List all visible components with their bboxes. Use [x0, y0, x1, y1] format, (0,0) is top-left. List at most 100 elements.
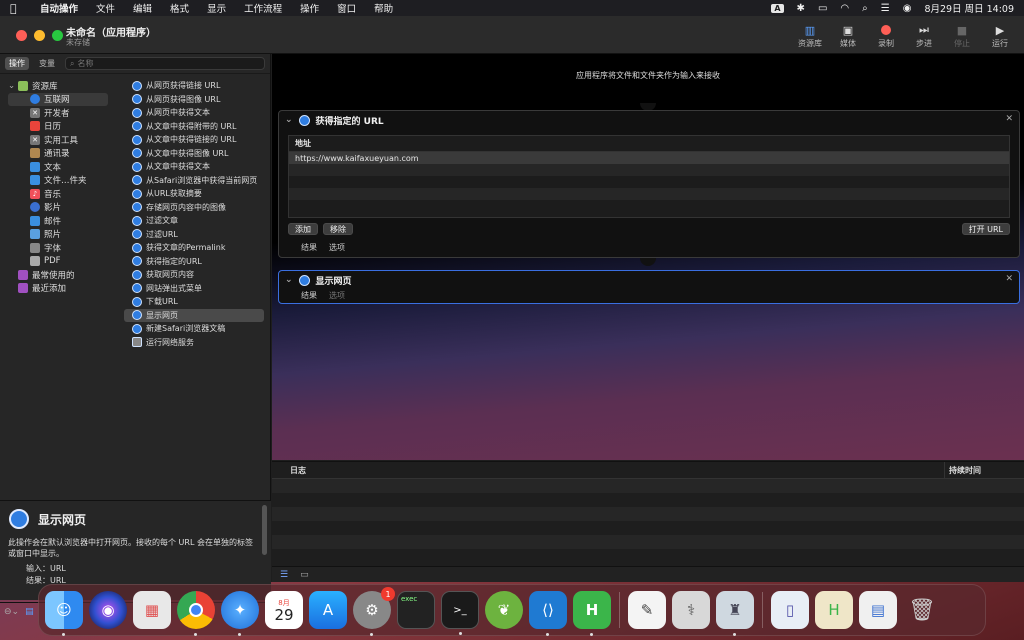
- library-item-pdf[interactable]: PDF: [0, 255, 122, 269]
- calendar-app-icon[interactable]: 8月 29: [265, 591, 303, 629]
- menu-clock[interactable]: 8月29日 周日 14:09: [924, 1, 1014, 15]
- library-item-internet[interactable]: 互联网: [8, 92, 108, 106]
- vscode-icon[interactable]: ⟨⟩: [529, 591, 567, 636]
- library-item-contacts[interactable]: 通讯录: [0, 147, 122, 161]
- textedit-icon[interactable]: ✎: [628, 591, 666, 629]
- trash-icon[interactable]: 🗑: [903, 591, 941, 629]
- spotlight-icon[interactable]: ⌕: [862, 3, 868, 14]
- action-item[interactable]: 过滤文章: [122, 214, 271, 228]
- wifi-icon[interactable]: ◠: [840, 3, 849, 14]
- results-tab[interactable]: 结果: [301, 290, 317, 301]
- url-row[interactable]: https://www.kaifaxueyuan.com: [289, 152, 1009, 164]
- stop-button[interactable]: ■ 停止: [946, 22, 978, 49]
- close-icon[interactable]: ✕: [1005, 274, 1013, 284]
- control-center-icon[interactable]: ☰: [881, 3, 890, 14]
- zoom-window-button[interactable]: [52, 30, 63, 41]
- apple-menu-icon[interactable]: : [10, 2, 24, 15]
- siri-icon[interactable]: ◉: [903, 3, 912, 14]
- options-tab[interactable]: 选项: [329, 242, 345, 253]
- action-item[interactable]: 从文章中获得链接的 URL: [122, 133, 271, 147]
- action-item[interactable]: 新建Safari浏览器文稿: [122, 322, 271, 336]
- library-item-developer[interactable]: ✕ 开发者: [0, 106, 122, 120]
- chevron-down-icon[interactable]: ⌄: [285, 275, 293, 285]
- action-item[interactable]: 从文章中获得文本: [122, 160, 271, 174]
- library-item-files-folders[interactable]: 文件…件夹: [0, 174, 122, 188]
- duration-column-header[interactable]: 持续时间: [944, 461, 981, 479]
- step-button[interactable]: ⏭ 步进: [908, 22, 940, 49]
- menu-window[interactable]: 窗口: [337, 1, 356, 15]
- launchpad-icon[interactable]: ▦: [133, 591, 171, 629]
- library-item-mail[interactable]: 邮件: [0, 214, 122, 228]
- downloads-stack-icon[interactable]: H: [815, 591, 853, 629]
- battery-icon[interactable]: ▭: [818, 3, 827, 14]
- automator-icon[interactable]: ♜: [716, 591, 754, 636]
- siri-app-icon[interactable]: ◉: [89, 591, 127, 629]
- run-button[interactable]: ▶ 运行: [984, 22, 1016, 49]
- action-item[interactable]: 从URL获取摘要: [122, 187, 271, 201]
- action-display-webpages[interactable]: ⌄ 显示网页 ✕ 结果 选项: [278, 270, 1020, 304]
- list-view-icon[interactable]: ☰: [280, 570, 288, 580]
- workflow-area[interactable]: 应用程序将文件和文件夹作为输入来接收 ⌄ 获得指定的 URL ✕ 地址 http…: [272, 54, 1024, 460]
- chrome-icon[interactable]: [177, 591, 215, 636]
- remove-url-button[interactable]: 移除: [323, 223, 353, 235]
- close-icon[interactable]: ✕: [1005, 114, 1013, 124]
- menu-workflow[interactable]: 工作流程: [244, 1, 282, 15]
- library-item-library[interactable]: ⌄ 资源库: [0, 79, 122, 93]
- menu-view[interactable]: 显示: [207, 1, 226, 15]
- library-item-utilities[interactable]: ✕ 实用工具: [0, 133, 122, 147]
- app-store-icon[interactable]: A: [309, 591, 347, 629]
- hbuilder-icon[interactable]: H: [573, 591, 611, 636]
- media-button[interactable]: ▣ 媒体: [832, 22, 864, 49]
- action-get-specified-urls[interactable]: ⌄ 获得指定的 URL ✕ 地址 https://www.kaifaxueyua…: [278, 110, 1020, 258]
- menu-format[interactable]: 格式: [170, 1, 189, 15]
- screenshot-stack-icon[interactable]: ▤: [859, 591, 897, 629]
- action-item[interactable]: 下载URL: [122, 295, 271, 309]
- action-item[interactable]: 获取网页内容: [122, 268, 271, 282]
- chevron-down-icon[interactable]: ⌄: [285, 115, 293, 125]
- input-source-icon[interactable]: A: [771, 3, 784, 13]
- action-item[interactable]: 从文章中获得附带的 URL: [122, 120, 271, 134]
- bluetooth-icon[interactable]: ✱: [797, 3, 805, 14]
- menu-actions[interactable]: 操作: [300, 1, 319, 15]
- options-menu-icon[interactable]: ⊖⌄: [4, 607, 19, 617]
- search-field[interactable]: ⌕ 名称: [65, 57, 265, 70]
- library-item-calendar[interactable]: 日历: [0, 120, 122, 134]
- action-item[interactable]: 运行网络服务: [122, 336, 271, 350]
- terminal-icon[interactable]: >_: [441, 591, 479, 635]
- disk-utility-icon[interactable]: ⚕: [672, 591, 710, 629]
- menu-help[interactable]: 帮助: [374, 1, 393, 15]
- action-item[interactable]: 存储网页内容中的图像: [122, 201, 271, 215]
- library-item-photos[interactable]: 照片: [0, 228, 122, 242]
- minimize-window-button[interactable]: [34, 30, 45, 41]
- library-item-text[interactable]: 文本: [0, 160, 122, 174]
- add-url-button[interactable]: 添加: [288, 223, 318, 235]
- document-icon[interactable]: ▯: [771, 591, 809, 629]
- split-view-icon[interactable]: ▭: [300, 570, 309, 580]
- url-column-header[interactable]: 地址: [289, 136, 1009, 152]
- action-item[interactable]: 从网页中获得文本: [122, 106, 271, 120]
- library-item-recently-added[interactable]: 最近添加: [0, 282, 122, 296]
- library-button[interactable]: ▥ 资源库: [794, 22, 826, 49]
- library-item-music[interactable]: ♪ 音乐: [0, 187, 122, 201]
- description-scrollbar[interactable]: [262, 505, 267, 555]
- variables-segment[interactable]: 变量: [35, 57, 59, 70]
- library-item-fonts[interactable]: 字体: [0, 241, 122, 255]
- menu-app[interactable]: 自动操作: [40, 1, 78, 15]
- record-button[interactable]: 录制: [870, 22, 902, 49]
- results-tab[interactable]: 结果: [301, 242, 317, 253]
- system-preferences-icon[interactable]: ⚙ 1: [353, 587, 395, 636]
- action-item[interactable]: 从文章中获得图像 URL: [122, 147, 271, 161]
- action-item[interactable]: 从网页获得图像 URL: [122, 93, 271, 107]
- actions-segment[interactable]: 操作: [5, 57, 29, 70]
- terminal-exec-icon[interactable]: exec: [397, 591, 435, 629]
- url-table[interactable]: 地址 https://www.kaifaxueyuan.com: [288, 135, 1010, 218]
- description-toggle-icon[interactable]: ▤: [25, 607, 34, 617]
- library-item-most-used[interactable]: 最常使用的: [0, 268, 122, 282]
- action-item-selected[interactable]: 显示网页: [124, 308, 264, 322]
- spring-tool-icon[interactable]: ❦: [485, 591, 523, 629]
- safari-app-icon[interactable]: ✦: [221, 591, 259, 636]
- action-item[interactable]: 从Safari浏览器中获得当前网页: [122, 174, 271, 188]
- open-url-button[interactable]: 打开 URL: [961, 223, 1010, 235]
- action-item[interactable]: 获得文章的Permalink: [122, 241, 271, 255]
- action-item[interactable]: 过滤URL: [122, 228, 271, 242]
